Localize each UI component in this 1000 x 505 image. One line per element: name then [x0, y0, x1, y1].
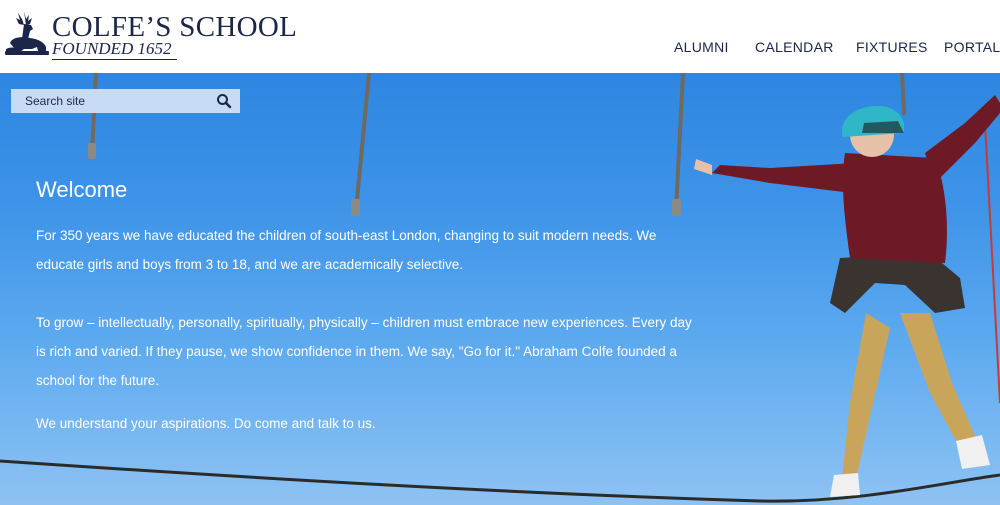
hero-banner: Welcome For 350 years we have educated t… — [0, 73, 1000, 505]
welcome-heading: Welcome — [36, 177, 128, 202]
nav-alumni[interactable]: ALUMNI — [674, 39, 729, 55]
hero-photo — [0, 73, 1000, 503]
search-input[interactable] — [11, 89, 211, 113]
search-box — [11, 89, 240, 113]
aspirations-paragraph: We understand your aspirations. Do come … — [36, 416, 376, 431]
climber-figure — [694, 95, 1000, 497]
main-nav: ALUMNI CALENDAR FIXTURES PORTALS — [0, 39, 1000, 59]
search-icon[interactable] — [216, 93, 232, 109]
logo-divider — [52, 59, 177, 60]
nav-calendar[interactable]: CALENDAR — [755, 39, 834, 55]
nav-portals[interactable]: PORTALS — [944, 39, 1000, 55]
site-header: COLFE’S SCHOOL FOUNDED 1652 ALUMNI CALEN… — [0, 0, 1000, 73]
growth-paragraph: To grow – intellectually, personally, sp… — [36, 315, 692, 388]
nav-fixtures[interactable]: FIXTURES — [856, 39, 928, 55]
intro-paragraph: For 350 years we have educated the child… — [36, 228, 657, 272]
